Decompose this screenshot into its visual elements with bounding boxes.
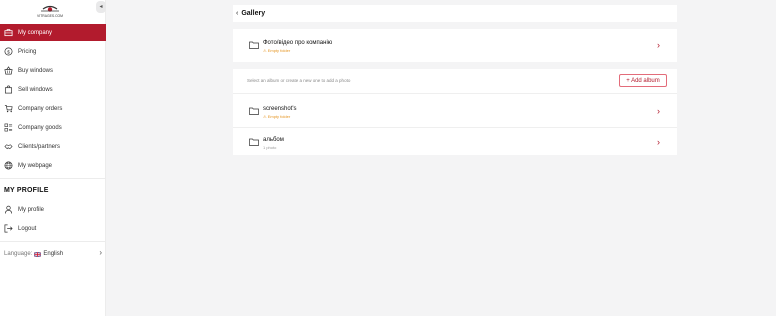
sidebar-item-my-webpage[interactable]: My webpage <box>0 157 106 174</box>
vitrages-logo[interactable]: VITRAGES.COM <box>30 3 70 19</box>
sidebar-divider <box>0 178 106 179</box>
shopping-bag-icon <box>4 85 13 94</box>
folder-icon <box>249 41 259 49</box>
sidebar-item-company-goods[interactable]: Company goods <box>0 119 106 136</box>
language-label: Language: <box>4 251 33 257</box>
svg-text:VITRAGES.COM: VITRAGES.COM <box>37 14 63 18</box>
back-chevron-icon[interactable]: ‹ <box>236 10 238 17</box>
album-title: альбом <box>263 137 284 143</box>
chevron-right-icon: › <box>657 106 660 116</box>
sidebar-item-clients-partners[interactable]: Clients/partners <box>0 138 106 155</box>
album-title: Фото/відео про компанію <box>263 40 333 46</box>
uk-flag-icon <box>34 251 42 257</box>
sidebar-item-label: Company orders <box>18 105 63 112</box>
sidebar-item-label: My company <box>18 29 53 36</box>
language-value: English <box>43 251 64 257</box>
albums-hint: Select an album or create a new one to a… <box>247 78 351 83</box>
sidebar: VITRAGES.COM ◂ My company $ Pricing Buy … <box>0 0 106 316</box>
sidebar-item-label: Clients/partners <box>18 143 61 150</box>
sidebar-item-buy-windows[interactable]: Buy windows <box>0 62 106 79</box>
user-icon <box>4 205 13 214</box>
folder-icon <box>249 107 259 115</box>
album-row[interactable]: альбом 1 photo › <box>233 129 677 155</box>
page-title: Gallery <box>241 10 266 17</box>
sidebar-item-label: Buy windows <box>18 67 54 74</box>
collapse-sidebar-button[interactable]: ◂ <box>96 1 106 13</box>
language-selector[interactable]: Language: English › <box>4 248 104 260</box>
folder-icon <box>249 138 259 146</box>
sidebar-item-label: My profile <box>18 206 45 213</box>
sidebar-item-pricing[interactable]: $ Pricing <box>0 43 106 60</box>
cart-icon <box>4 104 13 113</box>
svg-text:$: $ <box>7 49 10 55</box>
sidebar-item-label: Pricing <box>18 48 37 55</box>
album-status: ⚠ Empty folder <box>263 48 291 53</box>
handshake-icon <box>4 142 13 151</box>
profile-section-title: MY PROFILE <box>4 187 49 194</box>
sidebar-item-label: Sell windows <box>18 86 53 93</box>
albums-panel: Select an album or create a new one to a… <box>233 69 677 155</box>
sidebar-item-company-orders[interactable]: Company orders <box>0 100 106 117</box>
sidebar-item-label: Logout <box>18 225 37 232</box>
chevron-right-icon: › <box>99 248 102 257</box>
chevron-right-icon: › <box>657 40 660 50</box>
dollar-icon: $ <box>4 47 13 56</box>
add-album-button[interactable]: + Add album <box>619 74 667 87</box>
gallery-header: ‹ Gallery <box>233 5 677 22</box>
sidebar-item-my-profile[interactable]: My profile <box>0 201 106 218</box>
basket-icon <box>4 66 13 75</box>
logout-icon <box>4 224 13 233</box>
sidebar-item-label: Company goods <box>18 124 62 131</box>
album-row[interactable]: Фото/відео про компанію ⚠ Empty folder › <box>233 32 677 58</box>
album-title: screenshot's <box>263 106 297 112</box>
album-status: ⚠ Empty folder <box>263 114 291 119</box>
album-photo-count: 1 photo <box>263 145 277 150</box>
sidebar-item-logout[interactable]: Logout <box>0 220 106 237</box>
sidebar-divider <box>0 241 106 242</box>
sidebar-item-sell-windows[interactable]: Sell windows <box>0 81 106 98</box>
row-divider <box>233 93 677 94</box>
chevron-right-icon: › <box>657 137 660 147</box>
row-divider <box>233 127 677 128</box>
globe-icon <box>4 161 13 170</box>
sidebar-item-my-company[interactable]: My company <box>0 24 106 41</box>
company-album-panel: Фото/відео про компанію ⚠ Empty folder › <box>233 29 677 62</box>
sidebar-item-label: My webpage <box>18 162 53 169</box>
briefcase-icon <box>4 28 13 37</box>
grid-list-icon <box>4 123 13 132</box>
album-row[interactable]: screenshot's ⚠ Empty folder › <box>233 98 677 124</box>
